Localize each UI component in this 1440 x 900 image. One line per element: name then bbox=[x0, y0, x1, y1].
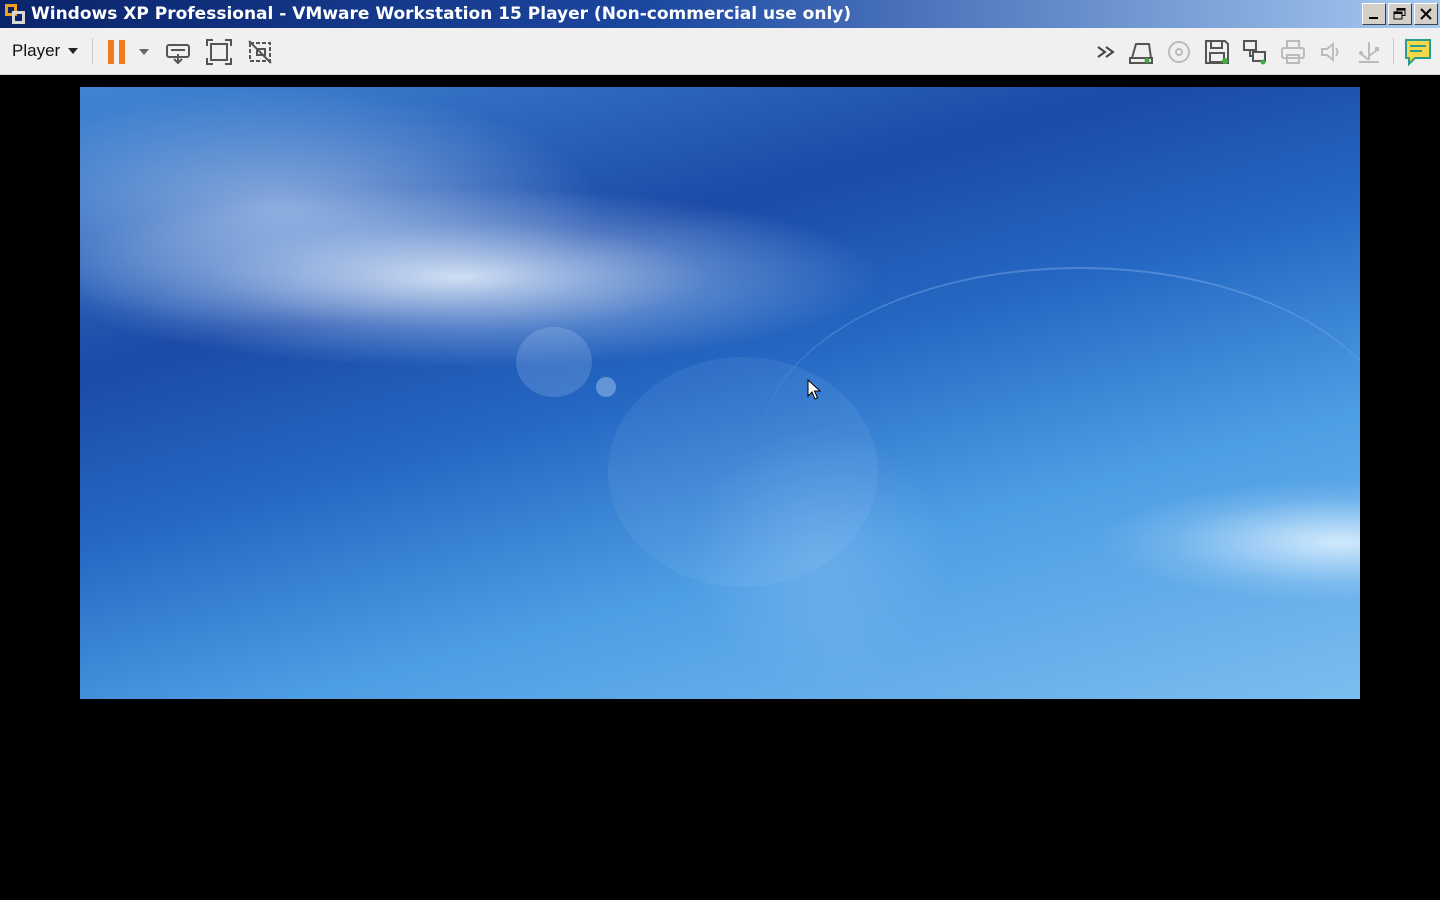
close-icon bbox=[1420, 8, 1432, 20]
toolbar: Player bbox=[0, 28, 1440, 75]
hard-disk-icon bbox=[1129, 43, 1153, 64]
network-adapter-button[interactable] bbox=[1240, 37, 1270, 67]
player-menu-button[interactable]: Player bbox=[6, 37, 84, 65]
restore-icon bbox=[1393, 8, 1406, 20]
virtual-machine-display[interactable] bbox=[80, 87, 1360, 699]
window-controls bbox=[1362, 3, 1438, 25]
sound-card-button[interactable] bbox=[1316, 37, 1346, 67]
title-bar: Windows XP Professional - VMware Worksta… bbox=[0, 0, 1440, 28]
send-ctrl-alt-del-icon bbox=[166, 44, 190, 65]
floppy-button[interactable] bbox=[1202, 37, 1232, 67]
chevron-down-icon bbox=[68, 48, 79, 54]
usb-button[interactable] bbox=[1354, 37, 1384, 67]
cd-dvd-button[interactable] bbox=[1164, 37, 1194, 67]
hard-disk-button[interactable] bbox=[1126, 37, 1156, 67]
minimize-icon bbox=[1369, 17, 1378, 19]
player-menu-label: Player bbox=[12, 41, 61, 60]
unity-button[interactable] bbox=[245, 37, 275, 67]
desktop-wallpaper-lens-flare bbox=[596, 377, 616, 397]
message-log-button[interactable] bbox=[1403, 37, 1433, 67]
dropdown-caret-icon bbox=[139, 49, 149, 55]
full-screen-icon bbox=[206, 39, 232, 65]
minimize-button[interactable] bbox=[1362, 3, 1386, 25]
more-devices-icon bbox=[1097, 46, 1115, 58]
cd-dvd-icon bbox=[1168, 41, 1190, 63]
pause-icon bbox=[107, 40, 125, 64]
desktop-wallpaper-lens-flare bbox=[608, 357, 878, 587]
usb-icon bbox=[1359, 42, 1379, 63]
more-devices-button[interactable] bbox=[1092, 37, 1122, 67]
unity-icon bbox=[248, 40, 272, 64]
message-log-icon bbox=[1405, 39, 1431, 67]
floppy-icon bbox=[1205, 40, 1229, 64]
printer-button[interactable] bbox=[1278, 37, 1308, 67]
restore-button[interactable] bbox=[1388, 3, 1412, 25]
pause-button[interactable] bbox=[101, 37, 131, 67]
sound-card-icon bbox=[1321, 41, 1339, 63]
close-button[interactable] bbox=[1414, 3, 1438, 25]
network-adapter-icon bbox=[1243, 40, 1266, 65]
window-title: Windows XP Professional - VMware Worksta… bbox=[31, 4, 852, 24]
send-ctrl-alt-del-button[interactable] bbox=[163, 37, 193, 67]
mouse-cursor-icon bbox=[807, 379, 821, 400]
full-screen-button[interactable] bbox=[204, 37, 234, 67]
vmware-player-icon[interactable] bbox=[3, 2, 27, 26]
toolbar-separator bbox=[1393, 38, 1394, 64]
desktop-wallpaper-lens-flare bbox=[516, 327, 592, 397]
toolbar-separator bbox=[92, 38, 93, 64]
power-options-dropdown[interactable] bbox=[130, 37, 158, 67]
printer-icon bbox=[1281, 40, 1305, 64]
